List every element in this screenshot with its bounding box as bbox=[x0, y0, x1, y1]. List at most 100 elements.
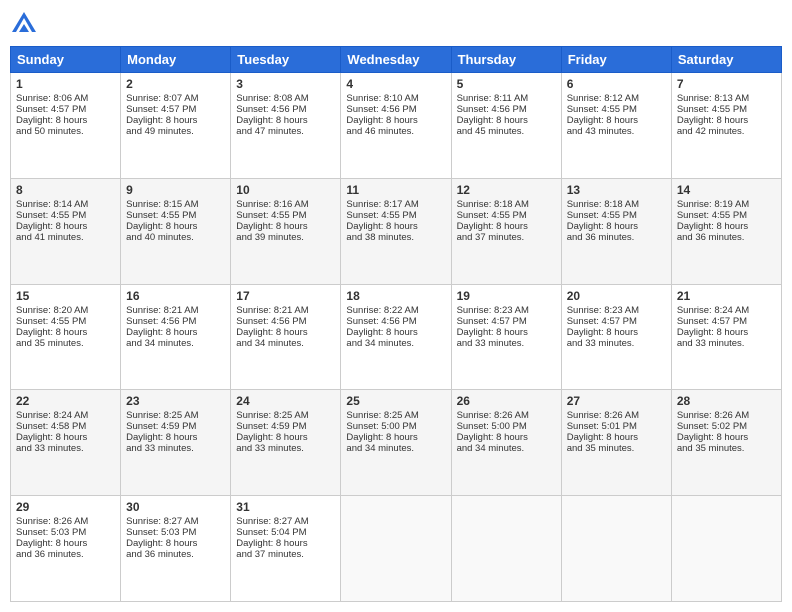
day-number: 24 bbox=[236, 394, 335, 408]
day-number: 6 bbox=[567, 77, 666, 91]
cell-text: Sunrise: 8:26 AM bbox=[457, 410, 556, 421]
day-number: 2 bbox=[126, 77, 225, 91]
cell-text: Daylight: 8 hours bbox=[16, 221, 115, 232]
cell-text: Sunset: 5:02 PM bbox=[677, 421, 776, 432]
cell-text: Sunset: 5:00 PM bbox=[457, 421, 556, 432]
cell-text: Sunrise: 8:27 AM bbox=[236, 516, 335, 527]
cell-text: and 33 minutes. bbox=[236, 443, 335, 454]
cell-text: and 36 minutes. bbox=[16, 549, 115, 560]
calendar-cell: 12Sunrise: 8:18 AMSunset: 4:55 PMDayligh… bbox=[451, 178, 561, 284]
calendar-cell bbox=[341, 496, 451, 602]
cell-text: Sunset: 4:57 PM bbox=[677, 316, 776, 327]
day-number: 14 bbox=[677, 183, 776, 197]
calendar-cell: 25Sunrise: 8:25 AMSunset: 5:00 PMDayligh… bbox=[341, 390, 451, 496]
cell-text: Sunrise: 8:18 AM bbox=[457, 199, 556, 210]
cell-text: Sunset: 4:57 PM bbox=[457, 316, 556, 327]
calendar-cell: 9Sunrise: 8:15 AMSunset: 4:55 PMDaylight… bbox=[121, 178, 231, 284]
calendar-cell: 19Sunrise: 8:23 AMSunset: 4:57 PMDayligh… bbox=[451, 284, 561, 390]
day-number: 13 bbox=[567, 183, 666, 197]
page: SundayMondayTuesdayWednesdayThursdayFrid… bbox=[0, 0, 792, 612]
cell-text: and 35 minutes. bbox=[677, 443, 776, 454]
cell-text: Daylight: 8 hours bbox=[126, 327, 225, 338]
day-number: 7 bbox=[677, 77, 776, 91]
cell-text: and 42 minutes. bbox=[677, 126, 776, 137]
cell-text: Sunrise: 8:25 AM bbox=[126, 410, 225, 421]
cell-text: Sunrise: 8:24 AM bbox=[677, 305, 776, 316]
cell-text: and 45 minutes. bbox=[457, 126, 556, 137]
cell-text: Sunset: 4:55 PM bbox=[236, 210, 335, 221]
day-number: 18 bbox=[346, 289, 445, 303]
day-number: 8 bbox=[16, 183, 115, 197]
week-row-1: 1Sunrise: 8:06 AMSunset: 4:57 PMDaylight… bbox=[11, 73, 782, 179]
cell-text: and 36 minutes. bbox=[567, 232, 666, 243]
cell-text: Sunrise: 8:23 AM bbox=[457, 305, 556, 316]
cell-text: Sunrise: 8:26 AM bbox=[16, 516, 115, 527]
cell-text: Sunrise: 8:21 AM bbox=[126, 305, 225, 316]
cell-text: Daylight: 8 hours bbox=[567, 221, 666, 232]
cell-text: and 38 minutes. bbox=[346, 232, 445, 243]
cell-text: and 33 minutes. bbox=[457, 338, 556, 349]
calendar-cell: 22Sunrise: 8:24 AMSunset: 4:58 PMDayligh… bbox=[11, 390, 121, 496]
cell-text: Sunset: 4:55 PM bbox=[567, 210, 666, 221]
calendar-cell: 8Sunrise: 8:14 AMSunset: 4:55 PMDaylight… bbox=[11, 178, 121, 284]
cell-text: and 34 minutes. bbox=[236, 338, 335, 349]
cell-text: Daylight: 8 hours bbox=[126, 221, 225, 232]
calendar-cell: 29Sunrise: 8:26 AMSunset: 5:03 PMDayligh… bbox=[11, 496, 121, 602]
day-header-thursday: Thursday bbox=[451, 47, 561, 73]
cell-text: and 36 minutes. bbox=[677, 232, 776, 243]
cell-text: Daylight: 8 hours bbox=[16, 432, 115, 443]
cell-text: Sunrise: 8:15 AM bbox=[126, 199, 225, 210]
day-number: 10 bbox=[236, 183, 335, 197]
calendar-cell bbox=[671, 496, 781, 602]
cell-text: Sunset: 4:57 PM bbox=[567, 316, 666, 327]
cell-text: Sunrise: 8:11 AM bbox=[457, 93, 556, 104]
calendar-cell: 20Sunrise: 8:23 AMSunset: 4:57 PMDayligh… bbox=[561, 284, 671, 390]
cell-text: and 37 minutes. bbox=[457, 232, 556, 243]
cell-text: Sunrise: 8:16 AM bbox=[236, 199, 335, 210]
cell-text: and 34 minutes. bbox=[126, 338, 225, 349]
day-number: 9 bbox=[126, 183, 225, 197]
calendar-cell: 5Sunrise: 8:11 AMSunset: 4:56 PMDaylight… bbox=[451, 73, 561, 179]
cell-text: Daylight: 8 hours bbox=[236, 432, 335, 443]
cell-text: Daylight: 8 hours bbox=[457, 432, 556, 443]
calendar-cell: 1Sunrise: 8:06 AMSunset: 4:57 PMDaylight… bbox=[11, 73, 121, 179]
cell-text: Sunset: 5:04 PM bbox=[236, 527, 335, 538]
day-header-tuesday: Tuesday bbox=[231, 47, 341, 73]
cell-text: Sunset: 5:03 PM bbox=[16, 527, 115, 538]
cell-text: Daylight: 8 hours bbox=[236, 327, 335, 338]
day-number: 23 bbox=[126, 394, 225, 408]
day-number: 28 bbox=[677, 394, 776, 408]
cell-text: Sunset: 4:55 PM bbox=[16, 210, 115, 221]
week-row-5: 29Sunrise: 8:26 AMSunset: 5:03 PMDayligh… bbox=[11, 496, 782, 602]
cell-text: Sunrise: 8:06 AM bbox=[16, 93, 115, 104]
cell-text: Sunset: 4:55 PM bbox=[567, 104, 666, 115]
cell-text: Sunset: 4:55 PM bbox=[677, 210, 776, 221]
calendar-cell bbox=[561, 496, 671, 602]
cell-text: and 39 minutes. bbox=[236, 232, 335, 243]
day-number: 21 bbox=[677, 289, 776, 303]
cell-text: Sunrise: 8:21 AM bbox=[236, 305, 335, 316]
calendar-cell bbox=[451, 496, 561, 602]
cell-text: Sunset: 4:57 PM bbox=[16, 104, 115, 115]
cell-text: Sunset: 4:55 PM bbox=[457, 210, 556, 221]
cell-text: Daylight: 8 hours bbox=[567, 327, 666, 338]
cell-text: and 34 minutes. bbox=[346, 338, 445, 349]
day-number: 20 bbox=[567, 289, 666, 303]
cell-text: Sunset: 4:56 PM bbox=[346, 316, 445, 327]
cell-text: Sunrise: 8:24 AM bbox=[16, 410, 115, 421]
cell-text: Daylight: 8 hours bbox=[346, 115, 445, 126]
day-number: 30 bbox=[126, 500, 225, 514]
cell-text: Sunrise: 8:27 AM bbox=[126, 516, 225, 527]
cell-text: Sunrise: 8:25 AM bbox=[346, 410, 445, 421]
cell-text: Sunrise: 8:26 AM bbox=[677, 410, 776, 421]
cell-text: Daylight: 8 hours bbox=[457, 221, 556, 232]
cell-text: Daylight: 8 hours bbox=[16, 327, 115, 338]
cell-text: and 33 minutes. bbox=[677, 338, 776, 349]
cell-text: Daylight: 8 hours bbox=[457, 115, 556, 126]
calendar-cell: 23Sunrise: 8:25 AMSunset: 4:59 PMDayligh… bbox=[121, 390, 231, 496]
cell-text: Sunset: 4:56 PM bbox=[236, 104, 335, 115]
day-number: 25 bbox=[346, 394, 445, 408]
cell-text: Sunrise: 8:25 AM bbox=[236, 410, 335, 421]
day-number: 26 bbox=[457, 394, 556, 408]
cell-text: Daylight: 8 hours bbox=[346, 221, 445, 232]
